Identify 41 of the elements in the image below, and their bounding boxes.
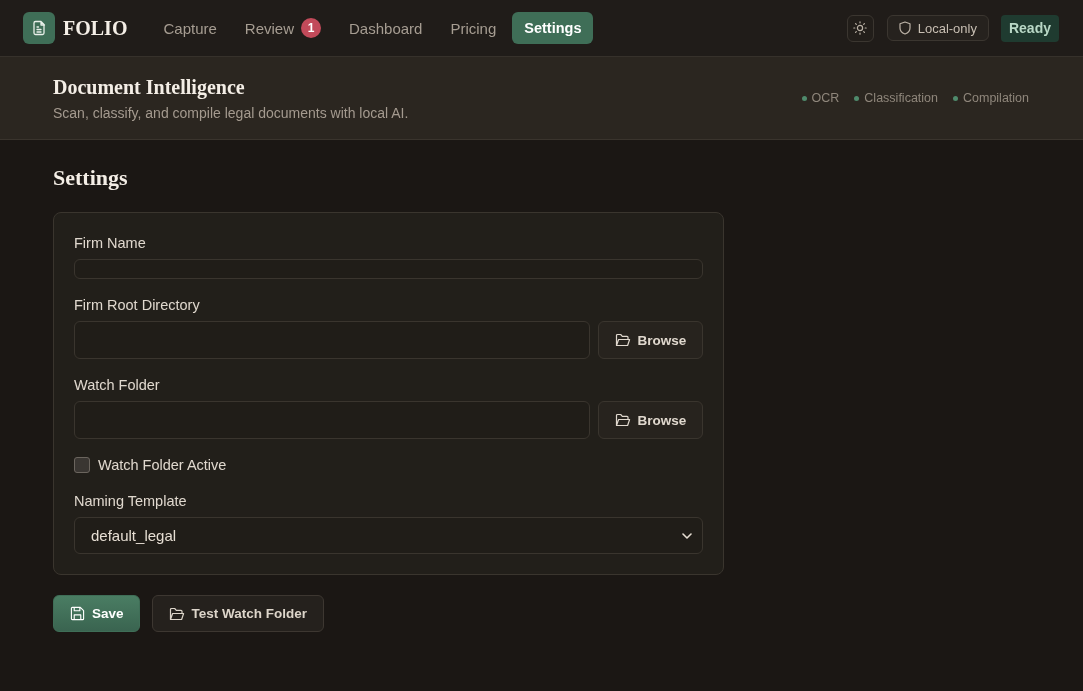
save-icon <box>70 606 85 621</box>
test-folder-button[interactable]: Test Watch Folder <box>151 595 325 632</box>
select-field[interactable]: default_legal <box>74 517 703 554</box>
field-label: Firm Root Directory <box>74 296 200 315</box>
count-badge: 1 <box>301 18 321 38</box>
theme-toggle-button[interactable] <box>846 14 874 42</box>
dot-icon <box>953 95 958 101</box>
feature-label: Compilation <box>963 91 1029 105</box>
nav-tab[interactable]: Dashboard <box>337 12 435 44</box>
nav-tab[interactable]: Review 1 <box>232 12 333 44</box>
field-label: Naming Template <box>74 492 187 511</box>
feature-label: Classification <box>864 91 938 105</box>
status-indicator: Ready <box>1000 14 1059 42</box>
text-field[interactable] <box>74 259 703 279</box>
checkbox[interactable] <box>74 457 90 473</box>
path-field[interactable] <box>74 401 590 439</box>
shield-icon <box>898 21 911 35</box>
mode-label: Local-only <box>917 20 977 36</box>
sun-icon <box>853 21 868 35</box>
dot-icon <box>854 95 860 101</box>
nav-tab[interactable]: Pricing <box>438 12 509 44</box>
hero-title: Document Intelligence <box>53 74 245 99</box>
save-button[interactable]: Save <box>53 595 140 632</box>
dot-icon <box>801 95 807 101</box>
nav-tab[interactable]: Capture <box>151 12 229 44</box>
folder-icon <box>168 606 185 621</box>
page-title: Settings <box>53 164 128 192</box>
chevron-icon <box>682 532 692 539</box>
browse-button[interactable]: Browse <box>598 321 703 359</box>
feature-label: OCR <box>811 91 840 105</box>
hero-subtitle: Scan, classify, and compile legal documents with local AI. <box>53 103 409 122</box>
folder-icon <box>614 333 631 347</box>
brand-name: FOLIO <box>63 16 128 40</box>
field-label: Watch Folder <box>74 376 160 395</box>
nav-tab[interactable]: Settings <box>512 12 594 44</box>
document-icon <box>23 12 55 44</box>
checkbox-label: Watch Folder Active <box>98 456 227 475</box>
browse-button[interactable]: Browse <box>598 401 703 439</box>
field-label: Firm Name <box>74 234 146 253</box>
path-field[interactable] <box>74 321 590 359</box>
folder-icon <box>614 413 631 427</box>
